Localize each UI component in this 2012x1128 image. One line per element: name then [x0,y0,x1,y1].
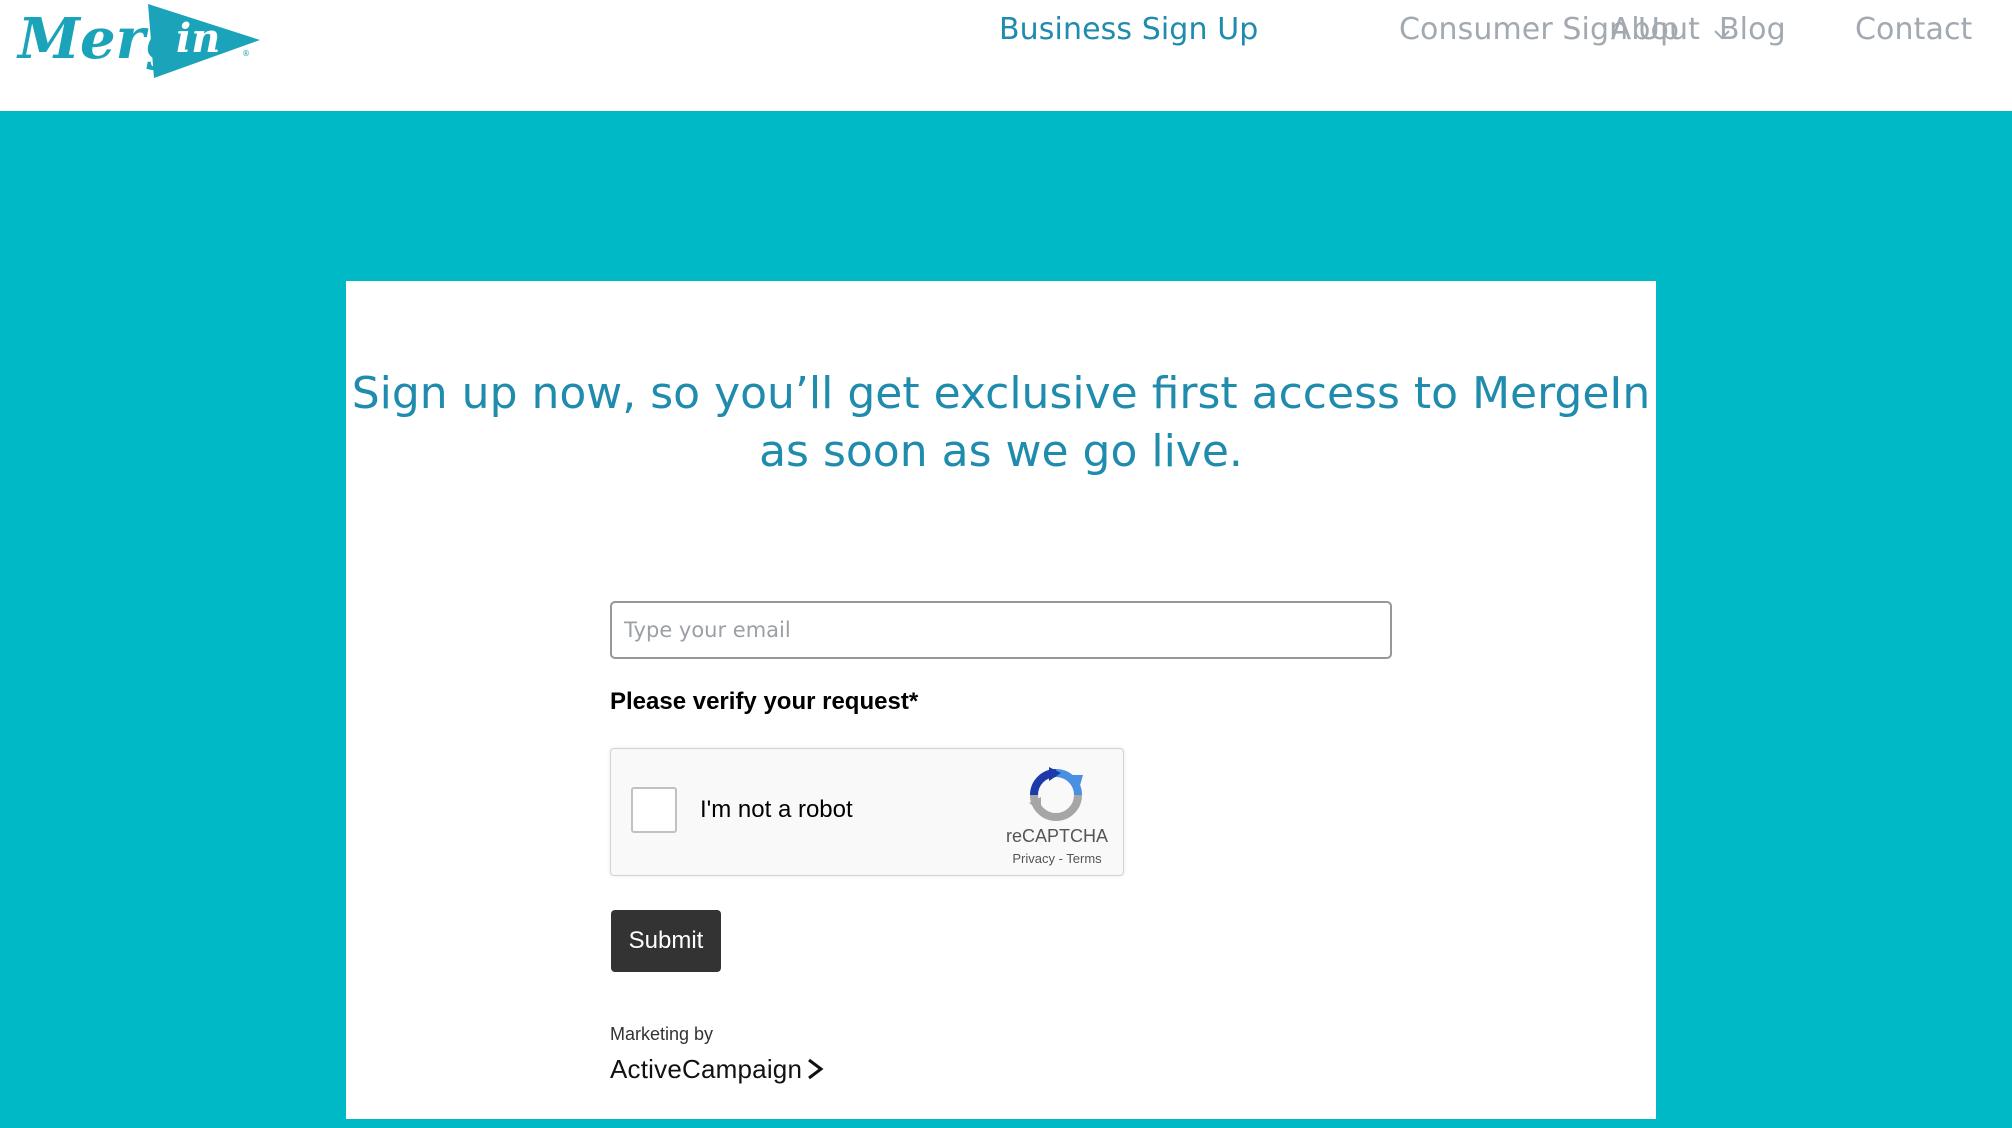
verify-label: Please verify your request* [610,688,919,715]
recaptcha-privacy-link[interactable]: Privacy [1012,851,1055,866]
headline-line-2: as soon as we go live. [759,426,1243,477]
recaptcha-brand: reCAPTCHA [1005,826,1108,846]
signup-card: Sign up now, so you’ll get exclusive fir… [346,281,1656,1119]
svg-text:in: in [176,15,220,62]
recaptcha-separator: - [1054,851,1067,866]
submit-button[interactable]: Submit [611,910,721,972]
activecampaign-name: ActiveCampaign [610,1053,803,1084]
recaptcha-icon [1027,767,1085,823]
signup-headline: Sign up now, so you’ll get exclusive fir… [346,365,1656,481]
nav-blog-label: Blog [1719,12,1786,47]
recaptcha-terms-link[interactable]: Terms [1066,851,1101,866]
nav-business-sign-up[interactable]: Business Sign Up [999,12,1258,47]
nav-consumer-sign-up[interactable]: Consumer Sign Up [1399,12,1679,47]
recaptcha-label: I'm not a robot [700,796,853,823]
nav-consumer-sign-up-label: Consumer Sign Up [1399,12,1680,47]
site-header: Merge in ® About Business Sign Up Consum… [0,0,2012,111]
nav-business-sign-up-label: Business Sign Up [999,12,1259,47]
mergein-logo[interactable]: Merge in ® [16,0,264,82]
email-field[interactable] [610,601,1392,659]
activecampaign-logo[interactable]: ActiveCampaign [610,1051,824,1087]
headline-line-1: Sign up now, so you’ll get exclusive fir… [351,368,1651,419]
recaptcha-checkbox[interactable] [631,787,677,833]
marketing-by-label: Marketing by [610,1024,714,1044]
nav-contact[interactable]: Contact [1855,12,1972,47]
nav-blog[interactable]: Blog [1719,12,1786,47]
chevron-right-icon [808,1058,824,1080]
svg-text:®: ® [242,49,250,58]
recaptcha-links: Privacy - Terms [995,851,1119,866]
recaptcha-widget: I'm not a robot reCAPTCHA Privacy - Term… [610,748,1124,876]
nav-contact-label: Contact [1855,12,1973,47]
